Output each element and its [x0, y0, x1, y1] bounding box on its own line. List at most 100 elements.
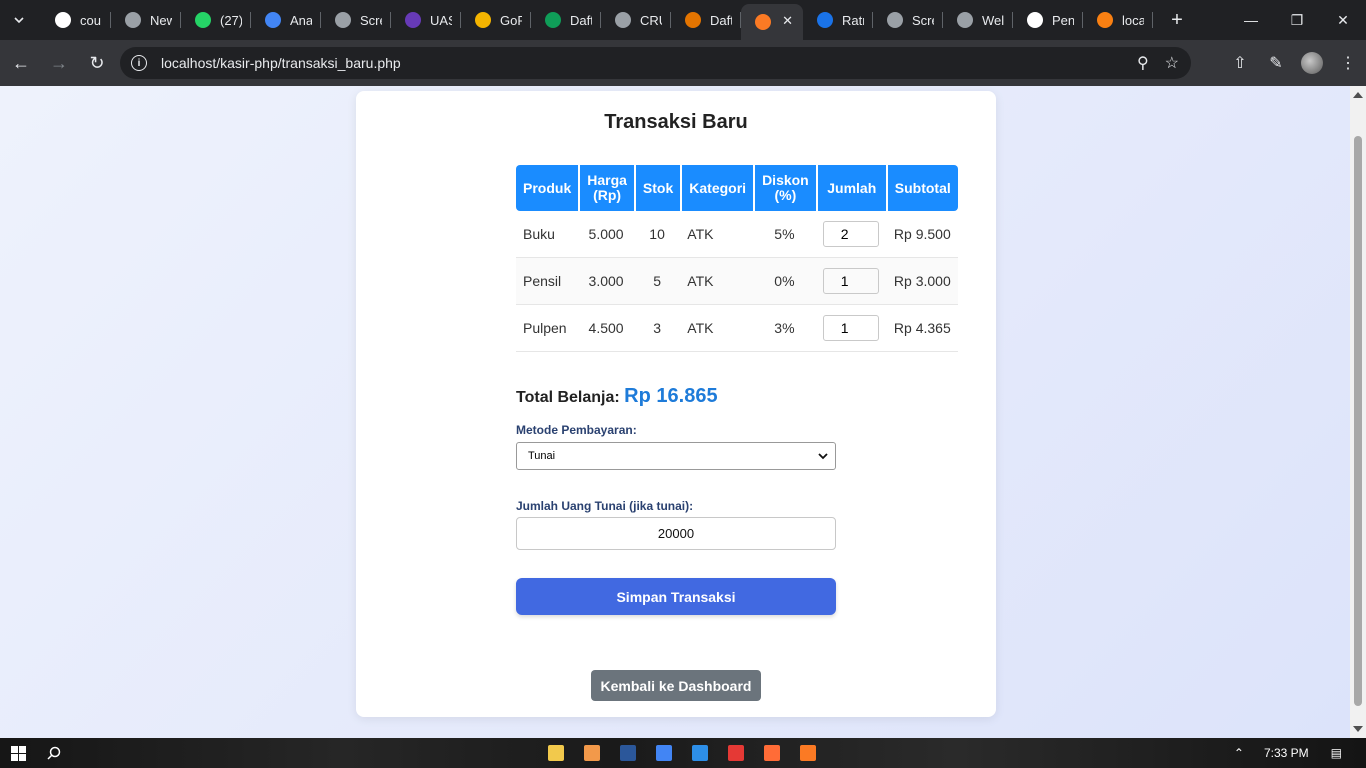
tab-title: Scre — [360, 12, 382, 28]
cell-kategori: ATK — [680, 258, 754, 305]
taskbar-search-button[interactable] — [36, 738, 72, 768]
tab-list: cou New (27) Ana Scre UAS GoF Daft CRU Daft ✕ Ratr S… — [41, 0, 1153, 40]
cell-subtotal: Rp 4.365 — [885, 305, 958, 352]
cell-diskon: 3% — [753, 305, 816, 352]
close-window-button[interactable]: ✕ — [1320, 0, 1366, 40]
browser-tab[interactable]: Daft — [531, 0, 601, 40]
browser-tab[interactable]: New — [111, 0, 181, 40]
browser-tab[interactable]: cou — [41, 0, 111, 40]
taskbar-app[interactable] — [646, 738, 682, 768]
cell-diskon: 5% — [753, 211, 816, 258]
table-row: Pulpen 4.500 3 ATK 3% 1 Rp 4.365 — [516, 305, 958, 352]
restore-button[interactable]: ❐ — [1274, 0, 1320, 40]
notification-icon[interactable]: ▤ — [1331, 746, 1342, 760]
browser-tab[interactable]: loca — [1083, 0, 1153, 40]
menu-kebab-icon[interactable]: ⋮ — [1330, 45, 1366, 81]
back-button[interactable]: ← — [4, 46, 38, 80]
share-icon[interactable]: ⇧ — [1222, 45, 1258, 81]
clock[interactable]: 7:33 PM — [1264, 746, 1309, 760]
browser-tab[interactable]: GoF — [461, 0, 531, 40]
web-icon — [615, 12, 631, 28]
tab-title: Daft — [570, 12, 592, 28]
tray-chevron-up-icon[interactable]: ⌃ — [1234, 746, 1244, 760]
bookmark-star-icon[interactable]: ☆ — [1165, 53, 1179, 73]
header-subtotal: Subtotal — [885, 165, 958, 211]
browser-tab[interactable]: Peng — [1013, 0, 1083, 40]
taskbar-app[interactable] — [754, 738, 790, 768]
address-bar[interactable]: i localhost/kasir-php/transaksi_baru.php… — [120, 47, 1191, 79]
new-tab-button[interactable]: + — [1163, 6, 1191, 34]
scrollbar-thumb[interactable] — [1354, 136, 1362, 706]
browser-tab[interactable]: Ratr — [803, 0, 873, 40]
browser-tab[interactable]: ✕ — [741, 4, 803, 40]
canva-icon — [817, 12, 833, 28]
cell-kategori: ATK — [680, 305, 754, 352]
browser-tab[interactable]: UAS — [391, 0, 461, 40]
tab-title: (27) — [220, 12, 242, 28]
cell-subtotal: Rp 3.000 — [885, 258, 958, 305]
url-text[interactable]: localhost/kasir-php/transaksi_baru.php — [161, 55, 401, 71]
browser-tab[interactable]: Daft — [671, 0, 741, 40]
cell-produk: Pensil — [516, 258, 579, 305]
cell-produk: Buku — [516, 211, 579, 258]
windows-logo-icon — [10, 745, 26, 761]
zoom-icon[interactable]: ⚲ — [1137, 53, 1149, 73]
analytics-icon — [265, 12, 281, 28]
scroll-down-arrow-icon[interactable] — [1353, 726, 1363, 732]
profile-avatar[interactable] — [1294, 45, 1330, 81]
system-tray: ⌃ 7:33 PM ▤ — [1234, 738, 1366, 768]
chrome-icon — [125, 12, 141, 28]
close-tab-icon[interactable]: ✕ — [782, 13, 793, 29]
browser-tab[interactable]: CRU — [601, 0, 671, 40]
cell-harga: 3.000 — [578, 258, 634, 305]
taskbar-app[interactable] — [682, 738, 718, 768]
cell-harga: 4.500 — [578, 305, 634, 352]
xampp-icon — [800, 745, 816, 761]
cell-jumlah: 1 — [815, 258, 886, 305]
search-icon — [46, 746, 60, 760]
quantity-input[interactable]: 1 — [822, 268, 879, 294]
browser-toolbar: ← → ↻ i localhost/kasir-php/transaksi_ba… — [0, 40, 1366, 86]
browser-tab[interactable]: Scre — [321, 0, 391, 40]
file-explorer-icon — [548, 745, 564, 761]
chrome-icon — [656, 745, 672, 761]
header-jumlah: Jumlah — [815, 165, 886, 211]
header-produk: Produk — [516, 165, 579, 211]
taskbar-app[interactable] — [538, 738, 574, 768]
quantity-input[interactable]: 2 — [822, 221, 879, 247]
extensions-icon[interactable]: ✎ — [1258, 45, 1294, 81]
taskbar-app[interactable] — [610, 738, 646, 768]
taskbar-app[interactable] — [718, 738, 754, 768]
total-label: Total Belanja: — [516, 389, 620, 406]
table-row: Pensil 3.000 5 ATK 0% 1 Rp 3.000 — [516, 258, 958, 305]
start-button[interactable] — [0, 738, 36, 768]
scroll-up-arrow-icon[interactable] — [1353, 92, 1363, 98]
payment-method-select[interactable]: Tunai — [516, 442, 836, 470]
site-info-icon[interactable]: i — [131, 55, 147, 71]
page-scrollbar[interactable] — [1350, 86, 1366, 738]
browser-tab[interactable]: Wel — [943, 0, 1013, 40]
reload-button[interactable]: ↻ — [80, 46, 114, 80]
postman-icon — [764, 745, 780, 761]
header-stok: Stok — [633, 165, 681, 211]
cell-stok: 10 — [633, 211, 681, 258]
tab-title: Wel — [982, 12, 1004, 28]
camera-icon — [335, 12, 351, 28]
minimize-button[interactable]: — — [1228, 0, 1274, 40]
cash-amount-input[interactable]: 20000 — [516, 517, 836, 550]
back-to-dashboard-button[interactable]: Kembali ke Dashboard — [591, 670, 761, 701]
taskbar-app[interactable] — [790, 738, 826, 768]
save-transaction-button[interactable]: Simpan Transaksi — [516, 578, 836, 615]
browser-tab[interactable]: Scre — [873, 0, 943, 40]
word-icon — [620, 745, 636, 761]
tab-search-button[interactable] — [5, 6, 33, 34]
taskbar-app[interactable] — [574, 738, 610, 768]
quantity-input[interactable]: 1 — [822, 315, 879, 341]
forward-button[interactable]: → — [42, 46, 76, 80]
slides-icon — [475, 12, 491, 28]
cell-produk: Pulpen — [516, 305, 579, 352]
browser-tab[interactable]: (27) — [181, 0, 251, 40]
browser-tab[interactable]: Ana — [251, 0, 321, 40]
payment-method-label: Metode Pembayaran: — [516, 423, 637, 437]
cell-jumlah: 2 — [815, 211, 886, 258]
